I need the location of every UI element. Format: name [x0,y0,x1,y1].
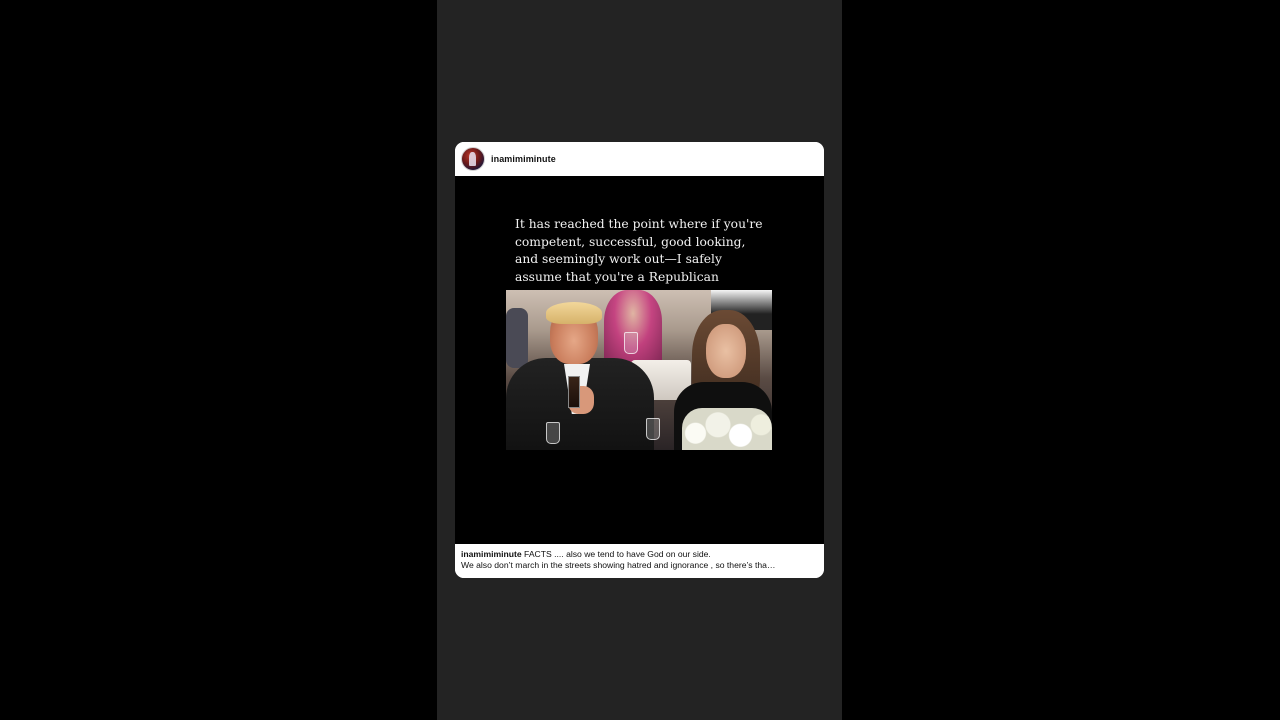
post-username[interactable]: inamimiminute [491,154,556,164]
meme-photo [506,290,772,450]
post-header: inamimiminute [455,142,824,177]
meme-text: It has reached the point where if you're… [515,217,763,284]
photo-man-hair [546,302,602,324]
photo-glass [624,332,638,354]
caption-text-1: FACTS .... also we tend to have God on o… [524,549,711,559]
photo-drink [568,376,580,408]
photo-background-person-left [506,308,528,368]
avatar[interactable] [461,147,485,171]
screen: inamimiminute It has reached the point w… [0,0,1280,720]
photo-woman-face [706,324,746,378]
post-caption[interactable]: inamimiminute FACTS .... also we tend to… [455,544,824,578]
photo-background-woman-pink [604,290,662,368]
meme-image: It has reached the point where if you're… [506,212,772,450]
caption-line-2: We also don’t march in the streets showi… [461,560,776,571]
photo-flowers [682,408,772,450]
post-media[interactable]: It has reached the point where if you're… [455,176,824,544]
photo-glass [646,418,660,440]
caption-line-1: inamimiminute FACTS .... also we tend to… [461,549,818,560]
instagram-post: inamimiminute It has reached the point w… [455,142,824,578]
caption-username[interactable]: inamimiminute [461,549,522,559]
photo-glass [546,422,560,444]
